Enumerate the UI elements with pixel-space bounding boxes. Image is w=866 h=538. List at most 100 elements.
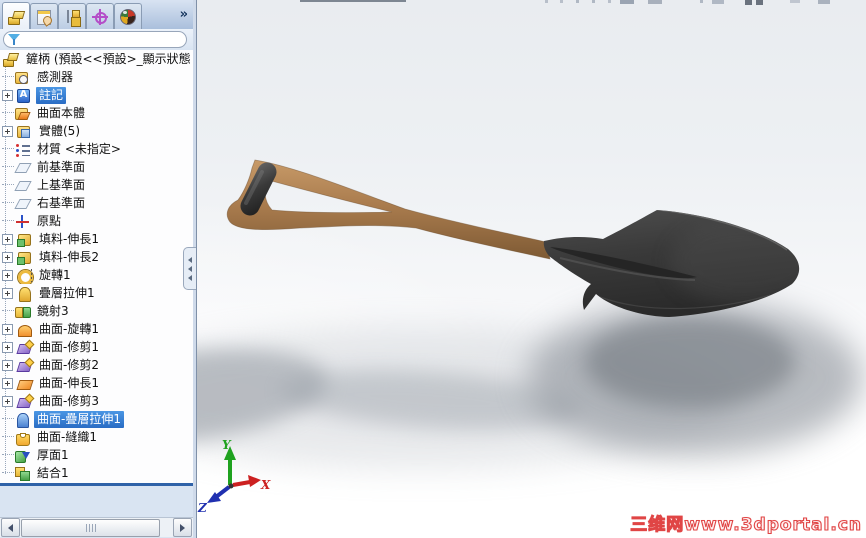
plane-icon	[14, 178, 31, 193]
scroll-right-icon	[180, 523, 185, 532]
expand-toggle[interactable]	[2, 323, 13, 335]
thicken-icon	[14, 448, 31, 463]
solid-bodies-icon	[16, 124, 33, 139]
tree-item[interactable]: 材質 <未指定>	[0, 140, 193, 158]
boss-extrude-icon	[16, 250, 33, 265]
tree-item[interactable]: 註記	[0, 86, 193, 104]
configurationmanager-icon	[63, 8, 81, 26]
tree-item-label: 原點	[37, 213, 62, 228]
feature-tree: 鏟柄 (預設<<預設>_顯示狀態感測器註記曲面本體實體(5) 材質 <未指定> 前基…	[0, 50, 193, 483]
tree-item-label: 曲面本體	[37, 105, 86, 120]
tree-item[interactable]: 填料-伸長2	[0, 248, 193, 266]
expand-toggle[interactable]	[2, 341, 13, 353]
annotations-icon	[16, 88, 33, 103]
expand-toggle[interactable]	[2, 359, 13, 371]
tab-featuremanager[interactable]	[2, 2, 30, 30]
expand-toggle[interactable]	[2, 251, 13, 263]
tree-guide-stub	[2, 472, 14, 474]
tree-item[interactable]: 鏡射3	[0, 302, 193, 320]
boss-extrude-icon	[16, 232, 33, 247]
tree-item[interactable]: 曲面-修剪1	[0, 338, 193, 356]
tree-item[interactable]: 疊層拉伸1	[0, 284, 193, 302]
filter-row	[0, 29, 193, 50]
revolve-icon	[16, 268, 33, 284]
tree-guide-stub	[2, 148, 14, 150]
tree-item[interactable]: 感測器	[0, 68, 193, 86]
expand-toggle[interactable]	[2, 287, 13, 299]
tree-item[interactable]: 曲面-旋轉1	[0, 320, 193, 338]
surface-bodies-icon	[14, 106, 31, 121]
tree-guide-stub	[2, 454, 14, 456]
combine-icon	[14, 466, 31, 481]
loft-icon	[16, 286, 33, 302]
tree-item[interactable]: 結合1	[0, 464, 193, 482]
tree-item-label: 曲面-修剪2	[39, 357, 99, 372]
tree-item-label: 旋轉1	[39, 267, 71, 282]
expand-toggle[interactable]	[2, 125, 13, 137]
feature-tree-rows: 鏟柄 (預設<<預設>_顯示狀態感測器註記曲面本體實體(5) 材質 <未指定> 前基…	[0, 50, 193, 482]
dimxpertmanager-icon	[91, 7, 109, 26]
expand-toggle[interactable]	[2, 269, 13, 281]
tree-guide-stub	[2, 184, 14, 186]
tree-guide-stub	[2, 418, 14, 420]
scroll-thumb[interactable]	[21, 519, 160, 537]
tree-item-label: 厚面1	[37, 447, 69, 462]
panel-collapse-handle[interactable]	[183, 247, 196, 290]
expand-toggle[interactable]	[2, 89, 13, 101]
tab-propertymanager[interactable]	[30, 3, 58, 29]
tree-item-label: 上基準面	[37, 177, 86, 192]
tab-displaymanager[interactable]	[114, 3, 142, 29]
tree-item[interactable]: 上基準面	[0, 176, 193, 194]
tree-item-label: 疊層拉伸1	[39, 285, 95, 300]
tab-overflow-button[interactable]: »	[180, 7, 188, 22]
panel-hscrollbar[interactable]	[0, 517, 193, 537]
tree-item-label: 曲面-縫織1	[37, 429, 97, 444]
tree-item[interactable]: 右基準面	[0, 194, 193, 212]
tree-item-label: 註記	[36, 86, 67, 104]
expand-toggle[interactable]	[2, 395, 13, 407]
collapse-arrow-icon	[188, 265, 192, 272]
tree-item[interactable]: 旋轉1	[0, 266, 193, 284]
surface-trim-icon	[16, 358, 33, 373]
tree-item-label: 填料-伸長2	[39, 249, 99, 264]
tree-guide-stub	[2, 436, 14, 438]
tree-item[interactable]: 前基準面	[0, 158, 193, 176]
collapse-arrow-icon	[188, 256, 192, 263]
x-axis-label: X	[260, 478, 271, 492]
tree-item[interactable]: 曲面-縫織1	[0, 428, 193, 446]
tree-item[interactable]: 曲面-修剪2	[0, 356, 193, 374]
tree-item[interactable]: 原點	[0, 212, 193, 230]
surface-extrude-icon	[16, 376, 33, 391]
tree-item[interactable]: 實體(5)	[0, 122, 193, 140]
tab-dimxpertmanager[interactable]	[86, 3, 114, 29]
collapse-arrow-icon	[188, 274, 192, 281]
tree-item-label: 鏡射3	[37, 303, 69, 318]
y-axis-label: Y	[222, 438, 232, 452]
scroll-right-button[interactable]	[173, 518, 192, 537]
tree-item[interactable]: 曲面本體	[0, 104, 193, 122]
tree-guide-stub	[2, 202, 14, 204]
tab-configurationmanager[interactable]	[58, 3, 86, 29]
expand-toggle[interactable]	[2, 377, 13, 389]
propertymanager-icon	[35, 8, 53, 26]
tree-item[interactable]: 曲面-伸長1	[0, 374, 193, 392]
filter-input[interactable]	[20, 32, 186, 47]
sensors-icon	[14, 70, 31, 85]
tree-guide-stub	[2, 310, 14, 312]
part-icon	[2, 52, 19, 67]
tree-guide-stub	[2, 220, 14, 222]
tree-item-label: 曲面-旋轉1	[39, 321, 99, 336]
filter-funnel-icon	[8, 33, 20, 46]
tree-item-label: 曲面-疊層拉伸1	[34, 410, 124, 428]
filter-box[interactable]	[3, 31, 187, 48]
tree-item[interactable]: 曲面-修剪3	[0, 392, 193, 410]
tree-item[interactable]: 曲面-疊層拉伸1	[0, 410, 193, 428]
scroll-track[interactable]	[21, 519, 172, 537]
tree-item[interactable]: 填料-伸長1	[0, 230, 193, 248]
mirror-icon	[14, 304, 31, 319]
surface-knit-icon	[14, 430, 31, 446]
tree-item[interactable]: 厚面1	[0, 446, 193, 464]
scroll-left-button[interactable]	[1, 518, 20, 537]
tree-root-item[interactable]: 鏟柄 (預設<<預設>_顯示狀態	[0, 50, 193, 68]
expand-toggle[interactable]	[2, 233, 13, 245]
